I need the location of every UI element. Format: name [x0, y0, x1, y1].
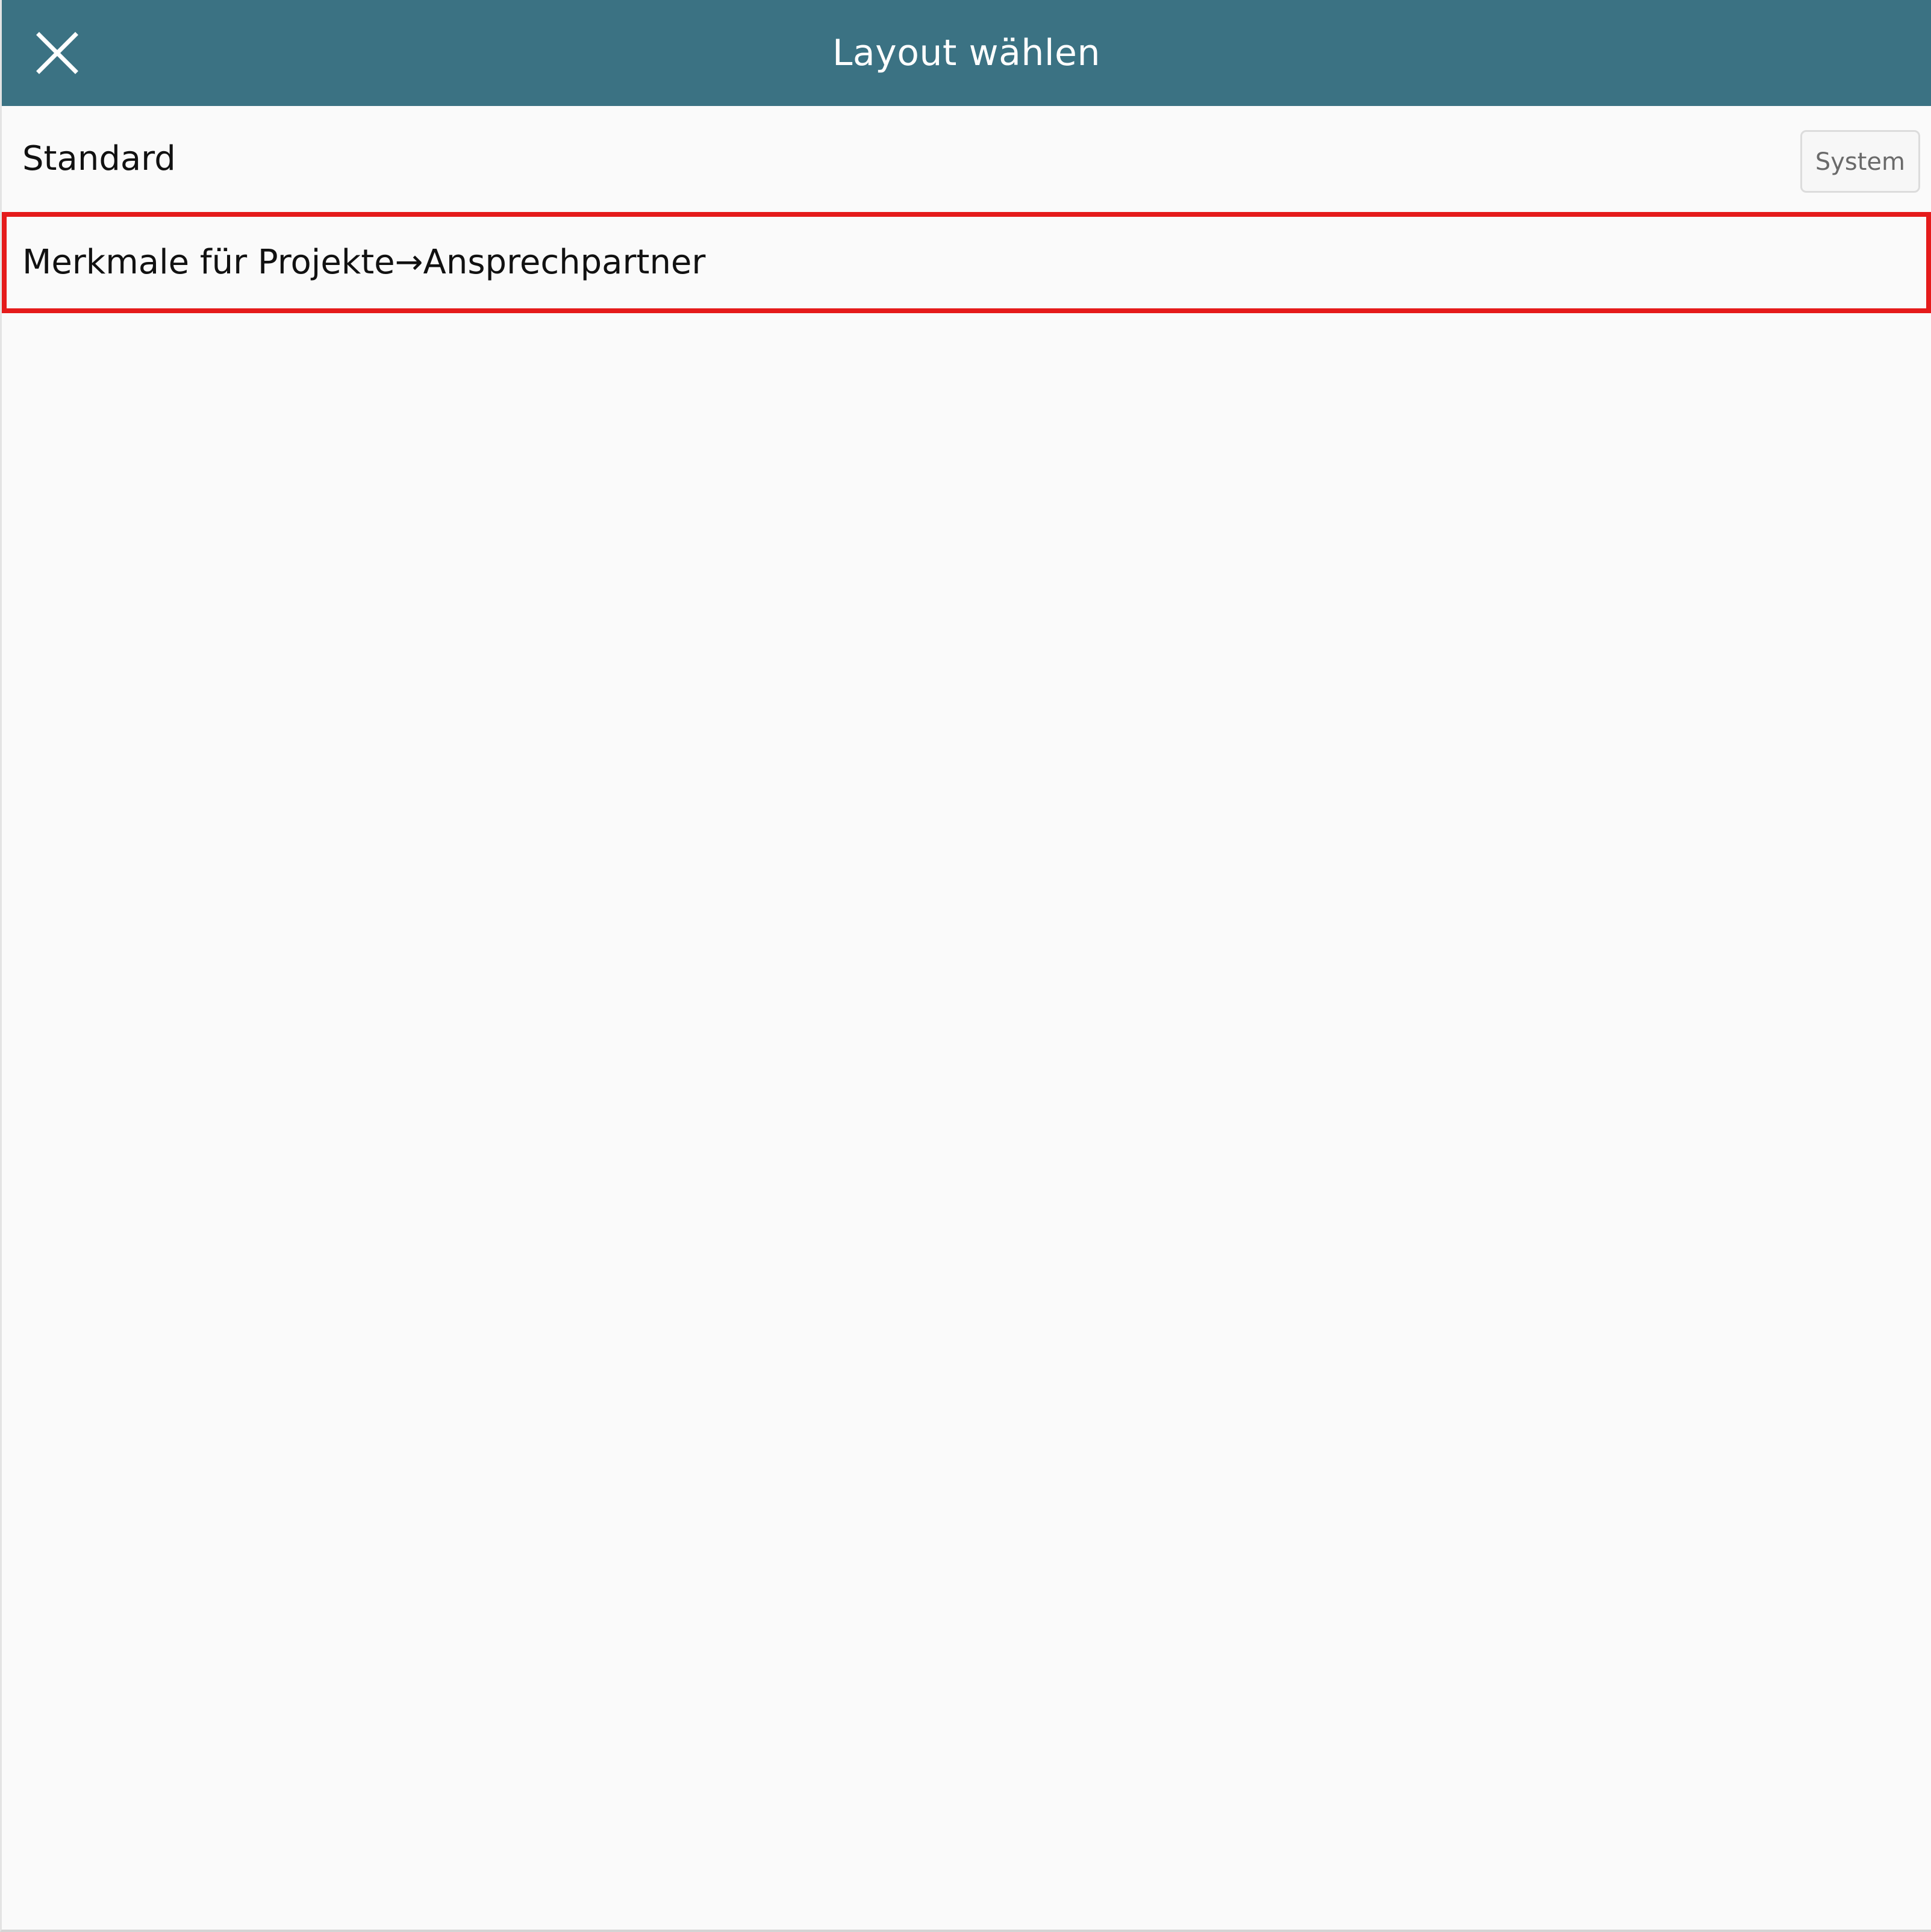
layout-item-merkmale[interactable]: Merkmale für Projekte→Ansprechpartner — [2, 212, 1931, 313]
layout-item-label: Standard — [22, 139, 176, 178]
layout-item-label: Merkmale für Projekte→Ansprechpartner — [22, 243, 706, 282]
dialog-header: Layout wählen — [2, 0, 1931, 106]
dialog-title: Layout wählen — [832, 32, 1100, 74]
layout-list: Standard System Merkmale für Projekte→An… — [2, 106, 1931, 313]
system-badge: System — [1800, 130, 1920, 193]
layout-item-standard[interactable]: Standard System — [2, 106, 1931, 212]
layout-picker-dialog: Layout wählen Standard System Merkmale f… — [0, 0, 1931, 1932]
